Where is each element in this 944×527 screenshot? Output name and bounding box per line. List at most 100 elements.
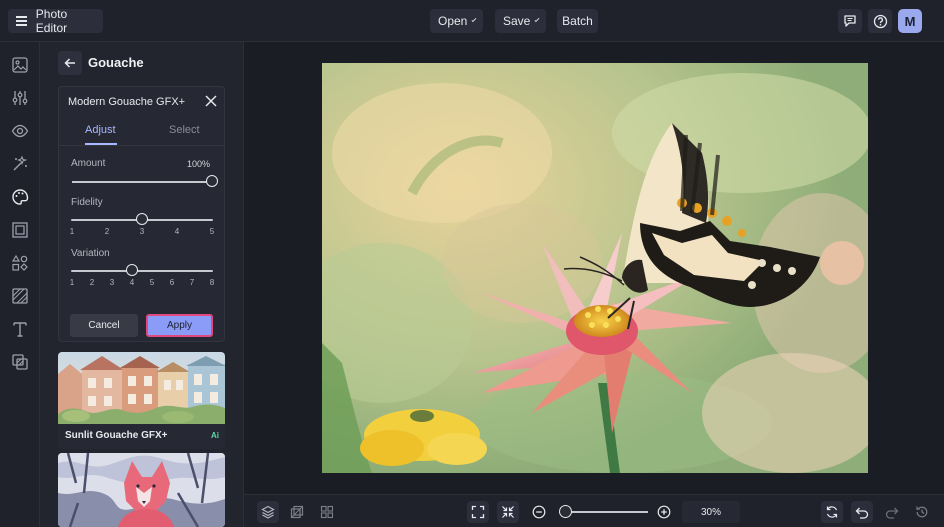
close-icon[interactable] xyxy=(204,94,218,108)
slider-tick xyxy=(151,269,153,272)
variation-slider-handle[interactable] xyxy=(126,264,138,276)
user-avatar[interactable]: M xyxy=(898,9,922,33)
amount-value: 100% xyxy=(186,159,210,169)
fidelity-label: Fidelity xyxy=(71,197,103,208)
preset-card-fox[interactable] xyxy=(58,453,225,527)
actual-size-icon xyxy=(502,506,514,518)
chevron-down-icon xyxy=(471,16,477,22)
tool-rail xyxy=(0,42,40,527)
slider-tick xyxy=(71,269,73,272)
cancel-button[interactable]: Cancel xyxy=(70,314,138,337)
slider-tick-label: 4 xyxy=(174,227,180,236)
chevron-down-icon xyxy=(534,16,540,22)
back-button[interactable] xyxy=(58,51,82,75)
slider-tick xyxy=(211,218,213,221)
overlay-icon[interactable] xyxy=(11,353,29,371)
panel-title: Gouache xyxy=(88,55,144,70)
frame-icon[interactable] xyxy=(11,221,29,239)
apply-button[interactable]: Apply xyxy=(146,314,213,337)
zoom-slider-track[interactable] xyxy=(562,511,648,513)
layers-icon xyxy=(261,505,275,519)
slider-tick-label: 4 xyxy=(129,278,135,287)
slider-tick-label: 1 xyxy=(69,227,75,236)
redo-button[interactable] xyxy=(881,501,903,523)
actual-size-button[interactable] xyxy=(497,501,519,523)
zoom-out-icon xyxy=(532,505,546,519)
zoom-in-button[interactable] xyxy=(653,501,675,523)
feedback-icon xyxy=(844,15,856,27)
replace-icon xyxy=(826,506,838,518)
batch-label: Batch xyxy=(562,14,593,28)
slider-tick xyxy=(111,269,113,272)
bottom-toolbar: 30% xyxy=(244,494,944,527)
variation-label: Variation xyxy=(71,248,110,259)
divider xyxy=(59,145,224,146)
photo-canvas[interactable] xyxy=(322,63,868,473)
image-icon[interactable] xyxy=(11,56,29,74)
grid-icon xyxy=(320,505,334,519)
replace-image-button[interactable] xyxy=(821,501,843,523)
zoom-out-button[interactable] xyxy=(528,501,550,523)
grid-button[interactable] xyxy=(316,501,338,523)
slider-tick xyxy=(191,269,193,272)
canvas-area xyxy=(244,42,944,494)
preset-thumbnail-houses xyxy=(58,352,225,424)
slider-tick-label: 5 xyxy=(209,227,215,236)
preset-thumbnail-fox xyxy=(58,453,225,527)
redo-icon xyxy=(885,507,899,519)
slider-tick xyxy=(71,218,73,221)
save-label: Save xyxy=(503,14,531,28)
eye-icon[interactable] xyxy=(11,122,29,140)
back-arrow-icon xyxy=(64,58,75,68)
slider-tick-label: 2 xyxy=(104,227,110,236)
slider-tick-label: 6 xyxy=(169,278,175,287)
effect-name: Modern Gouache GFX+ xyxy=(68,96,186,108)
effects-icon[interactable] xyxy=(11,155,29,173)
ai-badge: Ai xyxy=(211,431,219,440)
effect-panel: Gouache Modern Gouache GFX+ Adjust Selec… xyxy=(40,42,275,527)
fit-screen-button[interactable] xyxy=(467,501,489,523)
amount-label: Amount xyxy=(71,158,106,169)
help-icon xyxy=(873,14,887,28)
zoom-level[interactable]: 30% xyxy=(682,501,740,523)
slider-tick-label: 8 xyxy=(209,278,215,287)
slider-tick-label: 7 xyxy=(189,278,195,287)
compare-button[interactable] xyxy=(286,501,308,523)
slider-tick xyxy=(106,218,108,221)
fidelity-slider-handle[interactable] xyxy=(136,213,148,225)
texture-icon[interactable] xyxy=(11,287,29,305)
amount-slider-track[interactable] xyxy=(72,181,212,183)
slider-tick xyxy=(91,269,93,272)
menu-icon xyxy=(16,14,27,29)
slider-tick-label: 3 xyxy=(139,227,145,236)
tab-select[interactable]: Select xyxy=(169,124,200,136)
slider-tick-label: 5 xyxy=(149,278,155,287)
feedback-button[interactable] xyxy=(838,9,862,33)
help-button[interactable] xyxy=(868,9,892,33)
history-icon xyxy=(916,506,928,518)
main-menu-button[interactable]: Photo Editor xyxy=(8,7,103,35)
layers-button[interactable] xyxy=(257,501,279,523)
slider-tick-label: 3 xyxy=(109,278,115,287)
compare-icon xyxy=(290,505,304,519)
preset-name: Sunlit Gouache GFX+ xyxy=(65,430,168,441)
slider-tick-label: 1 xyxy=(69,278,75,287)
open-button[interactable]: Open xyxy=(430,9,483,33)
top-bar: Photo Editor Open Save Batch M xyxy=(0,0,944,42)
palette-icon[interactable] xyxy=(11,188,29,206)
save-button[interactable]: Save xyxy=(495,9,546,33)
shapes-icon[interactable] xyxy=(11,254,29,272)
history-button[interactable] xyxy=(911,501,933,523)
preset-card-sunlit[interactable]: Sunlit Gouache GFX+ Ai xyxy=(58,352,225,449)
batch-button[interactable]: Batch xyxy=(557,9,598,33)
text-icon[interactable] xyxy=(11,320,29,338)
tab-adjust[interactable]: Adjust xyxy=(85,124,116,136)
fit-screen-icon xyxy=(471,505,485,519)
slider-tick xyxy=(176,218,178,221)
adjust-sliders-icon[interactable] xyxy=(11,89,29,107)
amount-slider-handle[interactable] xyxy=(206,175,218,187)
undo-icon xyxy=(855,507,869,519)
zoom-slider-handle[interactable] xyxy=(558,505,572,518)
undo-button[interactable] xyxy=(851,501,873,523)
open-label: Open xyxy=(438,14,468,28)
